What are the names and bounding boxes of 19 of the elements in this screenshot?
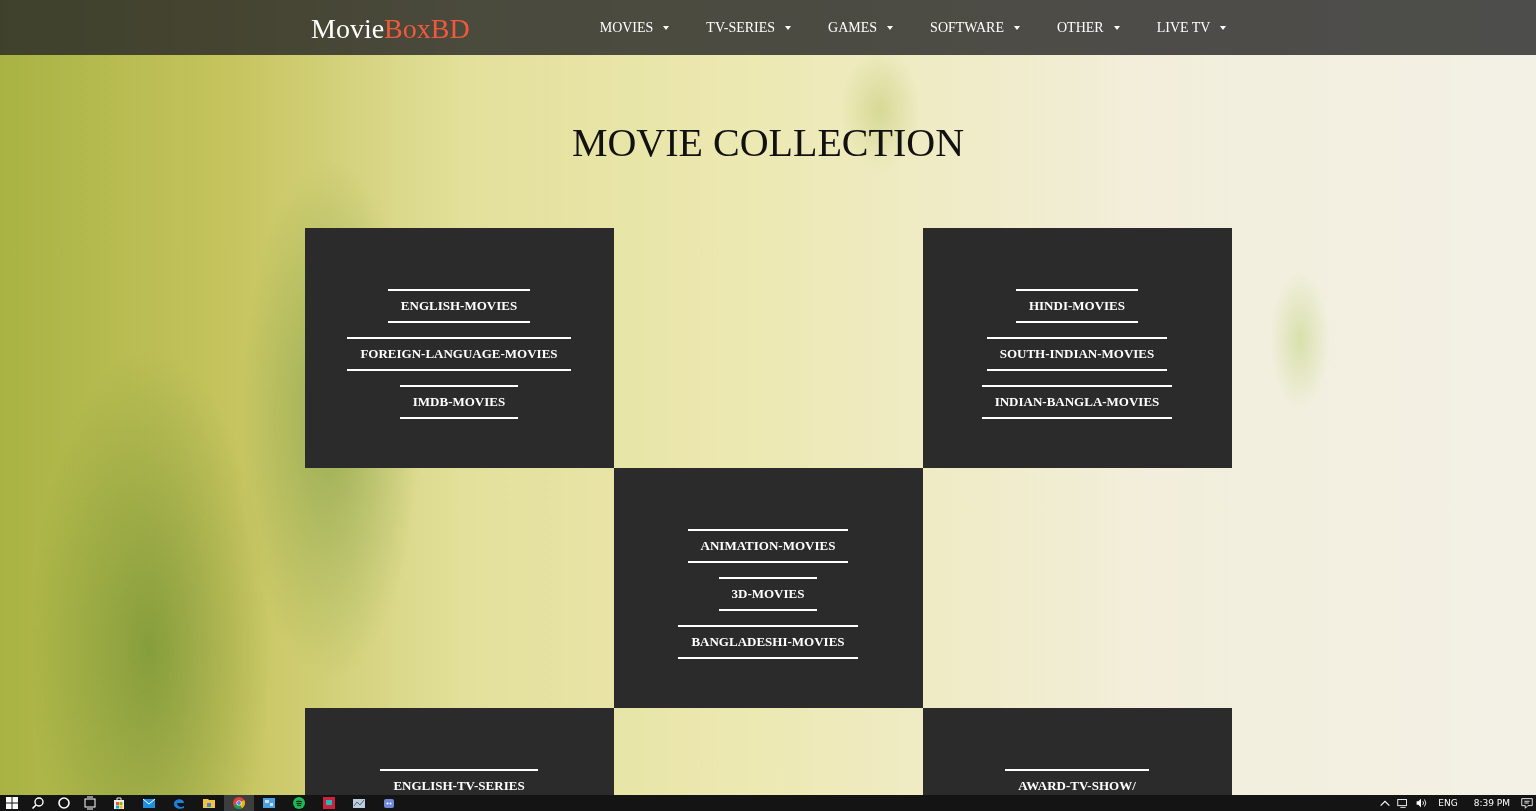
nav-link[interactable]: MOVIES (599, 19, 654, 36)
category-link[interactable]: INDIAN-BANGLA-MOVIES (981, 385, 1173, 419)
clock[interactable]: 8:39 PM (1473, 798, 1510, 808)
page-title: MOVIE COLLECTION (570, 120, 966, 165)
site-logo[interactable]: MovieBoxBD (311, 12, 470, 45)
language-indicator[interactable]: ENG (1438, 798, 1458, 808)
nav-link[interactable]: SOFTWARE (930, 19, 1004, 36)
nav-link[interactable]: TV-SERIES (706, 19, 776, 36)
category-link[interactable]: FOREIGN-LANGUAGE-MOVIES (347, 337, 571, 371)
category-link[interactable]: HINDI-MOVIES (1015, 289, 1139, 323)
category-link[interactable]: SOUTH-INDIAN-MOVIES (986, 337, 1168, 371)
nav-link[interactable]: LIVE TV (1156, 19, 1211, 36)
nav-link[interactable]: GAMES (828, 19, 878, 36)
category-link[interactable]: 3D-MOVIES (718, 577, 818, 611)
category-link[interactable]: IMDB-MOVIES (399, 385, 519, 419)
category-link[interactable]: BANGLADESHI-MOVIES (678, 625, 858, 659)
category-link[interactable]: ENGLISH-MOVIES (387, 289, 531, 323)
nav-link[interactable]: OTHER (1057, 19, 1104, 36)
category-link[interactable]: ANIMATION-MOVIES (687, 529, 849, 563)
